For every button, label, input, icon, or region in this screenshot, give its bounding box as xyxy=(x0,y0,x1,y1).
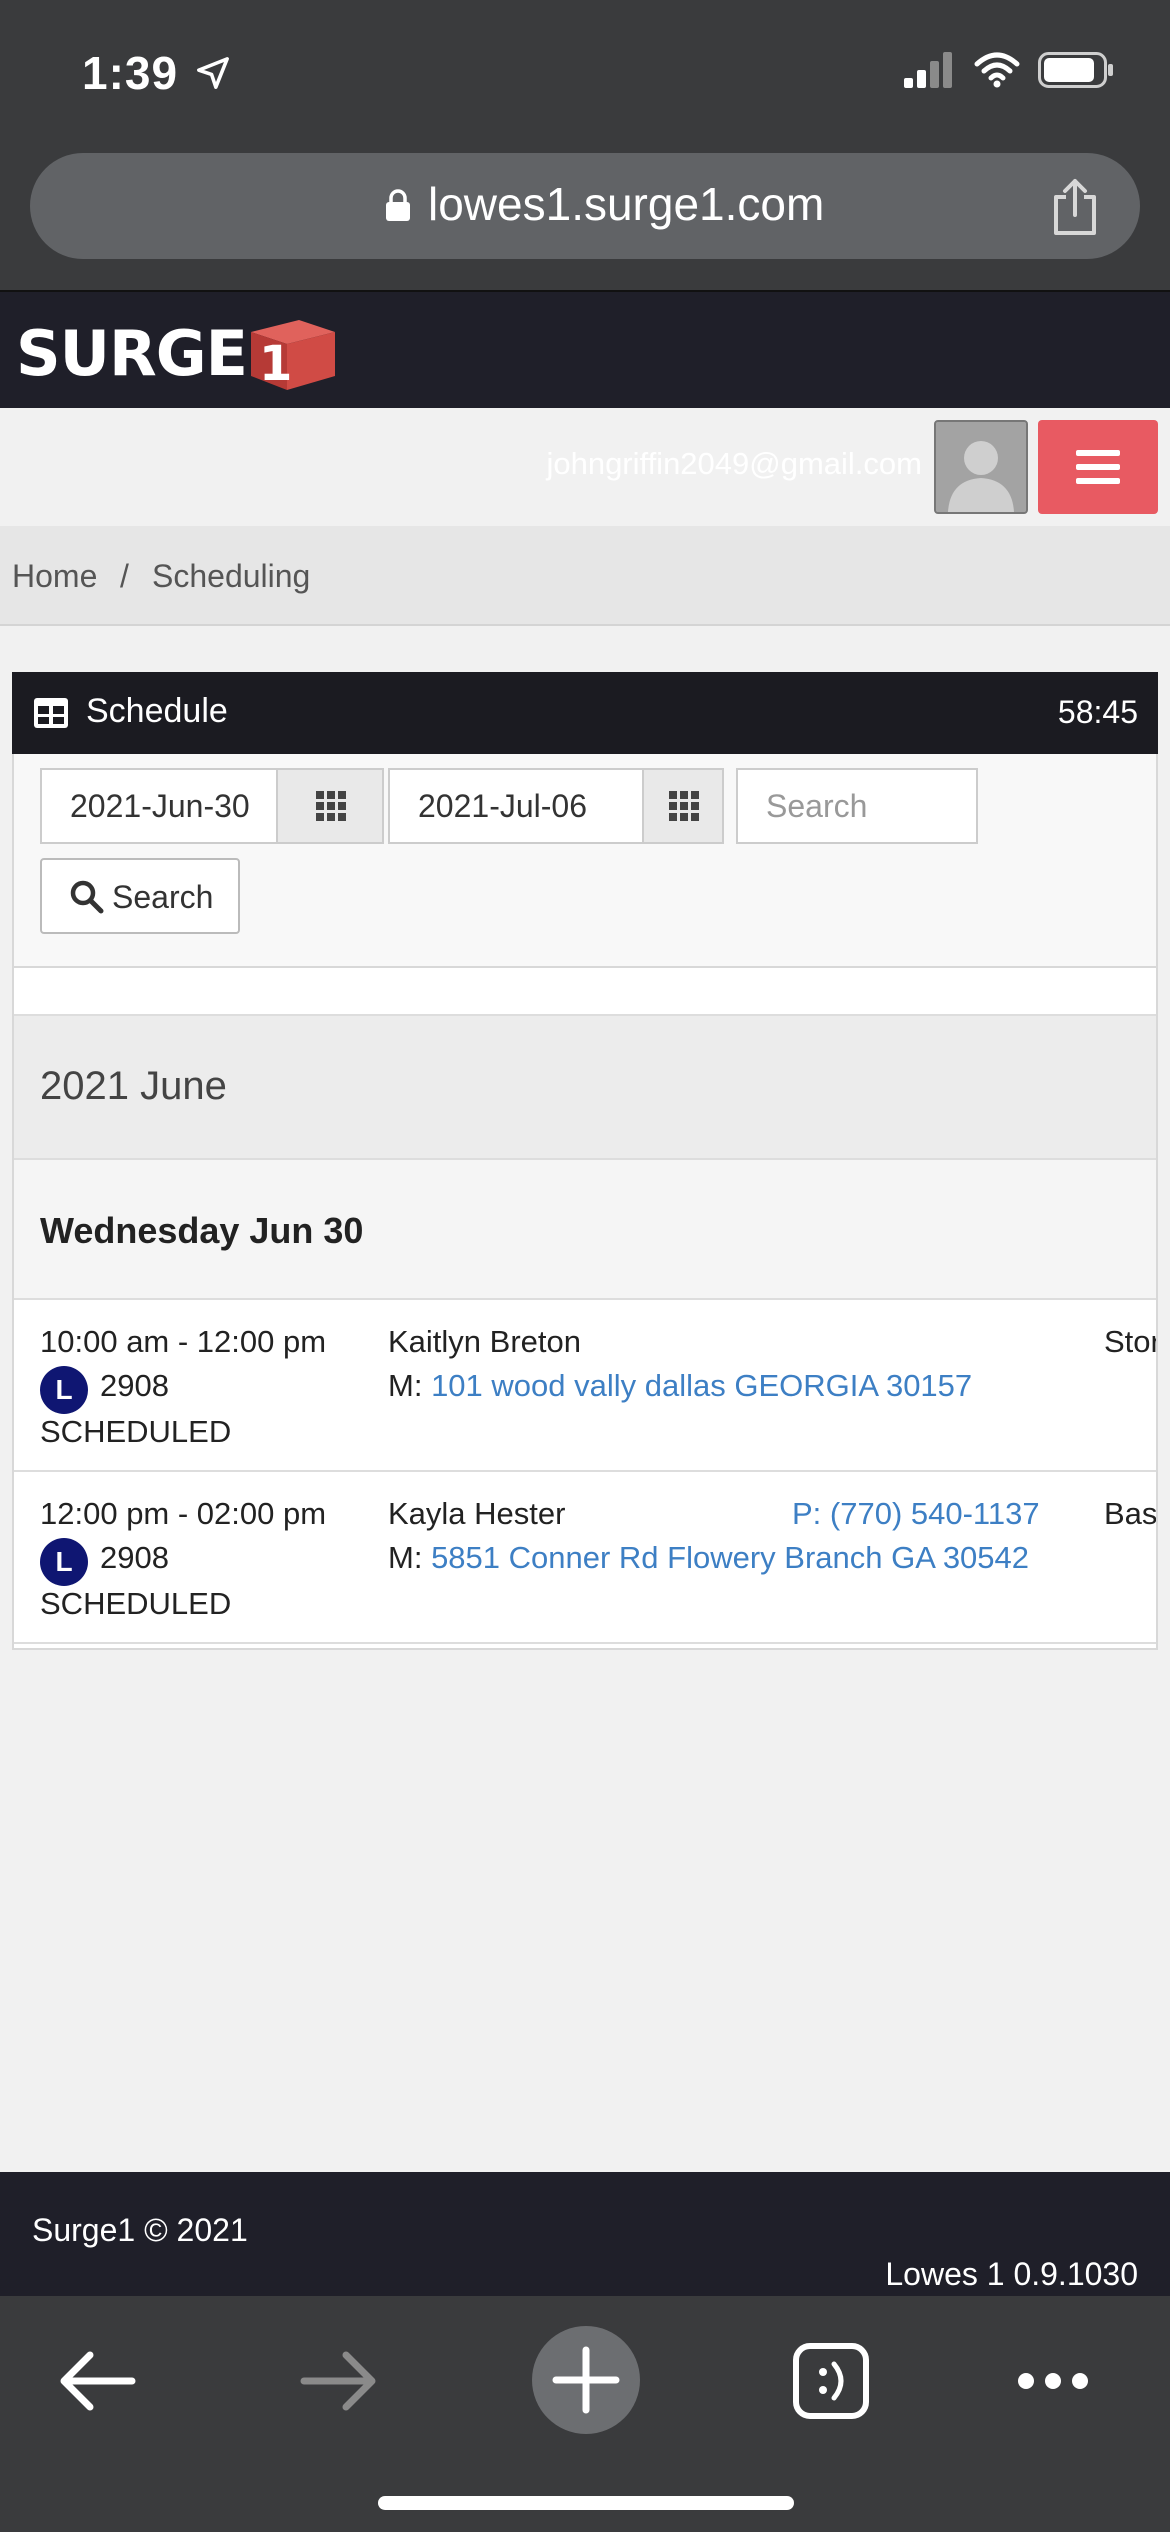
address-prefix: M: xyxy=(388,1368,432,1403)
calendar-grid-icon xyxy=(316,791,346,821)
appointment-time: 10:00 am - 12:00 pm xyxy=(40,1324,327,1359)
end-date-calendar-button[interactable] xyxy=(642,770,722,842)
avatar[interactable] xyxy=(934,420,1028,514)
surge1-logo[interactable]: SURGE 1 xyxy=(16,314,339,392)
store-type-badge: L xyxy=(40,1538,88,1586)
schedule-panel: Schedule 58:45 2021-Jun-30 2021-Jul-06 S… xyxy=(12,672,1158,1650)
day-header: Wednesday Jun 30 xyxy=(14,1160,1156,1300)
appointment-extra: Bas xyxy=(1104,1496,1156,1531)
more-options-icon[interactable] xyxy=(998,2326,1108,2436)
store-type-badge: L xyxy=(40,1366,88,1414)
end-date-value: 2021-Jul-06 xyxy=(418,788,587,824)
appointment-status: SCHEDULED xyxy=(40,1586,232,1621)
browser-toolbar xyxy=(0,2296,1170,2532)
logo-mark: 1 xyxy=(259,336,292,392)
month-header: 2021 June xyxy=(14,1014,1156,1160)
calendar-grid-icon xyxy=(669,791,699,821)
breadcrumb-home[interactable]: Home xyxy=(12,558,97,595)
logo-text: SURGE xyxy=(16,316,248,390)
schedule-filters: 2021-Jun-30 2021-Jul-06 Search Search xyxy=(14,754,1156,968)
user-email: johngriffin2049@gmail.com xyxy=(546,446,922,481)
user-silhouette-icon xyxy=(936,422,1026,512)
hamburger-line xyxy=(1076,464,1120,470)
new-tab-plus-icon[interactable] xyxy=(530,2324,642,2436)
lock-icon xyxy=(386,189,410,221)
search-input[interactable] xyxy=(736,768,978,844)
breadcrumb-separator: / xyxy=(120,558,129,594)
hamburger-menu-button[interactable] xyxy=(1038,420,1158,514)
battery-icon xyxy=(1038,52,1113,88)
forward-arrow-icon[interactable] xyxy=(284,2326,394,2436)
customer-name: Kaitlyn Breton xyxy=(388,1324,581,1359)
location-arrow-icon xyxy=(197,57,229,89)
logo-cube-icon: 1 xyxy=(250,320,335,392)
start-date-picker[interactable]: 2021-Jun-30 xyxy=(40,768,384,844)
appointment-row[interactable]: 10:00 am - 12:00 pm L 2908 SCHEDULED Kai… xyxy=(14,1300,1156,1472)
address-link[interactable]: 5851 Conner Rd Flowery Branch GA 30542 xyxy=(431,1540,1029,1575)
start-date-value: 2021-Jun-30 xyxy=(70,788,250,824)
browser-chrome-top: 1:39 lowes1.surge1.com xyxy=(0,0,1170,290)
appointment-extra: Stor xyxy=(1104,1324,1156,1359)
appointment-time: 12:00 pm - 02:00 pm xyxy=(40,1496,327,1531)
url-text: lowes1.surge1.com xyxy=(428,178,825,230)
store-number: 2908 xyxy=(100,1540,169,1575)
customer-address: M: 101 wood vally dallas GEORGIA 30157 xyxy=(388,1368,972,1404)
table-icon xyxy=(34,698,68,728)
session-timer: 58:45 xyxy=(1057,694,1138,730)
hamburger-line xyxy=(1076,478,1120,484)
site-header: SURGE 1 xyxy=(0,290,1170,408)
back-arrow-icon[interactable] xyxy=(42,2326,152,2436)
address-prefix: M: xyxy=(388,1540,432,1575)
site-footer: Surge1 © 2021 Lowes 1 0.9.1030 xyxy=(0,2172,1170,2296)
address-bar[interactable]: lowes1.surge1.com xyxy=(30,153,1140,259)
appointment-row[interactable]: 12:00 pm - 02:00 pm L 2908 SCHEDULED Kay… xyxy=(14,1472,1156,1644)
search-button-label: Search xyxy=(112,879,214,915)
month-label: 2021 June xyxy=(40,1064,227,1108)
status-indicators xyxy=(904,52,1114,88)
home-indicator xyxy=(378,2496,794,2510)
app-version: Lowes 1 0.9.1030 xyxy=(885,2256,1138,2292)
day-label: Wednesday Jun 30 xyxy=(40,1210,364,1251)
breadcrumb-current: Scheduling xyxy=(152,558,311,594)
search-button[interactable]: Search xyxy=(40,858,240,934)
phone-link[interactable]: P: (770) 540-1137 xyxy=(792,1496,1040,1532)
wifi-icon xyxy=(974,52,1020,88)
copyright: Surge1 © 2021 xyxy=(32,2212,248,2248)
address-link[interactable]: 101 wood vally dallas GEORGIA 30157 xyxy=(431,1368,972,1403)
breadcrumb: Home / Scheduling xyxy=(0,526,1170,626)
schedule-title: Schedule xyxy=(86,692,228,730)
customer-address: M: 5851 Conner Rd Flowery Branch GA 3054… xyxy=(388,1540,1029,1576)
start-date-calendar-button[interactable] xyxy=(276,770,382,842)
customer-name: Kayla Hester xyxy=(388,1496,566,1531)
tabs-icon[interactable] xyxy=(776,2326,886,2436)
user-bar: johngriffin2049@gmail.com xyxy=(0,408,1170,526)
search-icon xyxy=(70,880,104,914)
cellular-signal-icon xyxy=(904,52,952,88)
hamburger-line xyxy=(1076,450,1120,456)
end-date-picker[interactable]: 2021-Jul-06 xyxy=(388,768,724,844)
appointment-status: SCHEDULED xyxy=(40,1414,232,1449)
store-number: 2908 xyxy=(100,1368,169,1403)
share-icon[interactable] xyxy=(1050,177,1100,237)
schedule-panel-header: Schedule 58:45 xyxy=(12,672,1158,754)
status-time: 1:39 xyxy=(82,47,179,99)
